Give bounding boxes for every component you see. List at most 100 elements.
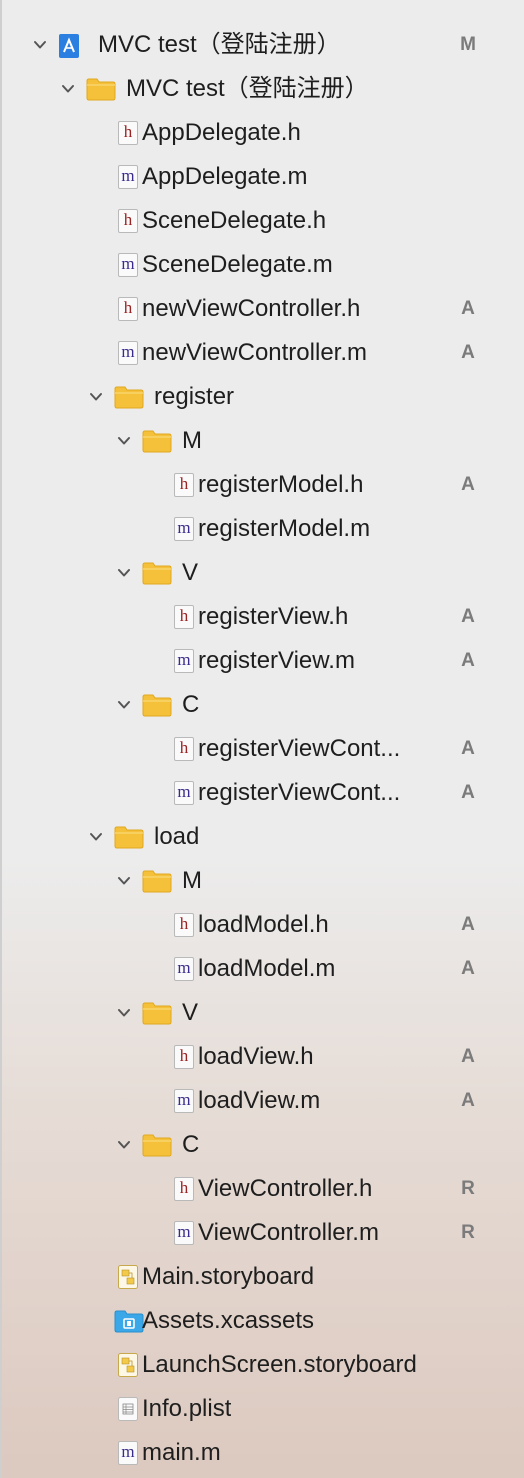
chevron-down-icon[interactable]: [116, 1005, 132, 1021]
tree-file-registermodel-m[interactable]: m registerModel.m: [0, 507, 524, 551]
tree-group-register-m-folder[interactable]: M: [0, 419, 524, 463]
tree-item-label: LaunchScreen.storyboard: [142, 1351, 417, 1378]
m-file-icon: m: [118, 165, 142, 189]
chevron-down-icon[interactable]: [116, 433, 132, 449]
tree-file-viewcontroller-m[interactable]: m ViewController.m R: [0, 1211, 524, 1255]
h-file-icon: h: [174, 1045, 198, 1069]
tree-file-registerview-m[interactable]: m registerView.m A: [0, 639, 524, 683]
tree-file-info-plist[interactable]: Info.plist: [0, 1387, 524, 1431]
m-file-icon: m: [118, 253, 142, 277]
chevron-down-icon[interactable]: [116, 1137, 132, 1153]
tree-group-group-main[interactable]: MVC test（登陆注册）: [0, 67, 524, 111]
tree-item-label: loadView.m: [198, 1087, 321, 1114]
tree-item-label: registerView.h: [198, 603, 349, 630]
scm-status-badge: M: [460, 34, 476, 55]
tree-group-group-load[interactable]: load: [0, 815, 524, 859]
tree-item-label: AppDelegate.h: [142, 119, 301, 146]
tree-file-scenedelegate-h[interactable]: h SceneDelegate.h: [0, 199, 524, 243]
tree-item-label: newViewController.h: [142, 295, 361, 322]
tree-item-label: C: [182, 691, 200, 718]
asset-catalog-icon: [114, 1309, 144, 1333]
tree-item-label: registerViewCont...: [198, 735, 401, 762]
tree-file-newviewcontroller-m[interactable]: m newViewController.m A: [0, 331, 524, 375]
scm-status-badge: A: [461, 1046, 475, 1067]
tree-file-loadview-h[interactable]: h loadView.h A: [0, 1035, 524, 1079]
tree-item-label: ViewController.h: [198, 1175, 373, 1202]
tree-item-label: registerModel.m: [198, 515, 371, 542]
m-file-icon: m: [174, 1089, 198, 1113]
storyboard-icon: [118, 1353, 142, 1377]
tree-item-label: main.m: [142, 1439, 221, 1466]
chevron-down-icon[interactable]: [88, 829, 104, 845]
folder-icon: [142, 561, 172, 585]
tree-file-main-storyboard[interactable]: Main.storyboard: [0, 1255, 524, 1299]
m-file-icon: m: [174, 1221, 198, 1245]
folder-icon: [142, 1001, 172, 1025]
h-file-icon: h: [174, 913, 198, 937]
tree-group-load-v-folder[interactable]: V: [0, 991, 524, 1035]
tree-file-loadmodel-h[interactable]: h loadModel.h A: [0, 903, 524, 947]
tree-group-project[interactable]: MVC test（登陆注册） M: [0, 23, 524, 67]
tree-file-viewcontroller-h[interactable]: h ViewController.h R: [0, 1167, 524, 1211]
tree-group-load-c-folder[interactable]: C: [0, 1123, 524, 1167]
tree-item-label: Main.storyboard: [142, 1263, 315, 1290]
h-file-icon: h: [118, 209, 142, 233]
chevron-down-icon[interactable]: [116, 873, 132, 889]
tree-item-label: AppDelegate.m: [142, 163, 308, 190]
tree-item-label: register: [154, 383, 235, 410]
tree-file-loadmodel-m[interactable]: m loadModel.m A: [0, 947, 524, 991]
storyboard-icon: [118, 1265, 142, 1289]
folder-icon: [114, 385, 144, 409]
tree-file-appdelegate-m[interactable]: m AppDelegate.m: [0, 155, 524, 199]
m-file-icon: m: [174, 957, 198, 981]
tree-file-newviewcontroller-h[interactable]: h newViewController.h A: [0, 287, 524, 331]
tree-file-launchscreen-storyboard[interactable]: LaunchScreen.storyboard: [0, 1343, 524, 1387]
h-file-icon: h: [118, 121, 142, 145]
m-file-icon: m: [118, 1441, 142, 1465]
chevron-down-icon[interactable]: [116, 697, 132, 713]
tree-group-group-register[interactable]: register: [0, 375, 524, 419]
chevron-down-icon[interactable]: [32, 37, 48, 53]
scm-status-badge: A: [461, 474, 475, 495]
chevron-down-icon[interactable]: [88, 389, 104, 405]
chevron-down-icon[interactable]: [60, 81, 76, 97]
scm-status-badge: R: [461, 1178, 475, 1199]
scm-status-badge: A: [461, 606, 475, 627]
m-file-icon: m: [174, 517, 198, 541]
folder-icon: [142, 429, 172, 453]
tree-file-appdelegate-h[interactable]: h AppDelegate.h: [0, 111, 524, 155]
tree-file-registerview-h[interactable]: h registerView.h A: [0, 595, 524, 639]
h-file-icon: h: [174, 473, 198, 497]
chevron-down-icon[interactable]: [116, 565, 132, 581]
scm-status-badge: R: [461, 1222, 475, 1243]
tree-item-label: MVC test（登陆注册）: [98, 31, 341, 58]
scm-status-badge: A: [461, 1090, 475, 1111]
tree-file-scenedelegate-m[interactable]: m SceneDelegate.m: [0, 243, 524, 287]
scm-status-badge: A: [461, 738, 475, 759]
tree-group-load-m-folder[interactable]: M: [0, 859, 524, 903]
tree-file-loadview-m[interactable]: m loadView.m A: [0, 1079, 524, 1123]
tree-item-label: registerViewCont...: [198, 779, 401, 806]
h-file-icon: h: [174, 605, 198, 629]
folder-icon: [142, 869, 172, 893]
folder-icon: [142, 693, 172, 717]
tree-group-register-v-folder[interactable]: V: [0, 551, 524, 595]
tree-item-label: M: [182, 427, 202, 454]
tree-file-assets-xcassets[interactable]: Assets.xcassets: [0, 1299, 524, 1343]
scm-status-badge: A: [461, 650, 475, 671]
tree-file-registermodel-h[interactable]: h registerModel.h A: [0, 463, 524, 507]
tree-item-label: registerModel.h: [198, 471, 364, 498]
tree-file-registerviewcont-h[interactable]: h registerViewCont... A: [0, 727, 524, 771]
tree-item-label: ViewController.m: [198, 1219, 379, 1246]
h-file-icon: h: [174, 737, 198, 761]
tree-item-label: Info.plist: [142, 1395, 232, 1422]
tree-file-main-m[interactable]: m main.m: [0, 1431, 524, 1475]
scm-status-badge: A: [461, 914, 475, 935]
tree-item-label: registerView.m: [198, 647, 355, 674]
tree-group-register-c-folder[interactable]: C: [0, 683, 524, 727]
tree-item-label: M: [182, 867, 202, 894]
tree-item-label: loadView.h: [198, 1043, 314, 1070]
tree-file-registerviewcont-m[interactable]: m registerViewCont... A: [0, 771, 524, 815]
tree-item-label: C: [182, 1131, 200, 1158]
xcodeproj-icon: [58, 33, 82, 58]
